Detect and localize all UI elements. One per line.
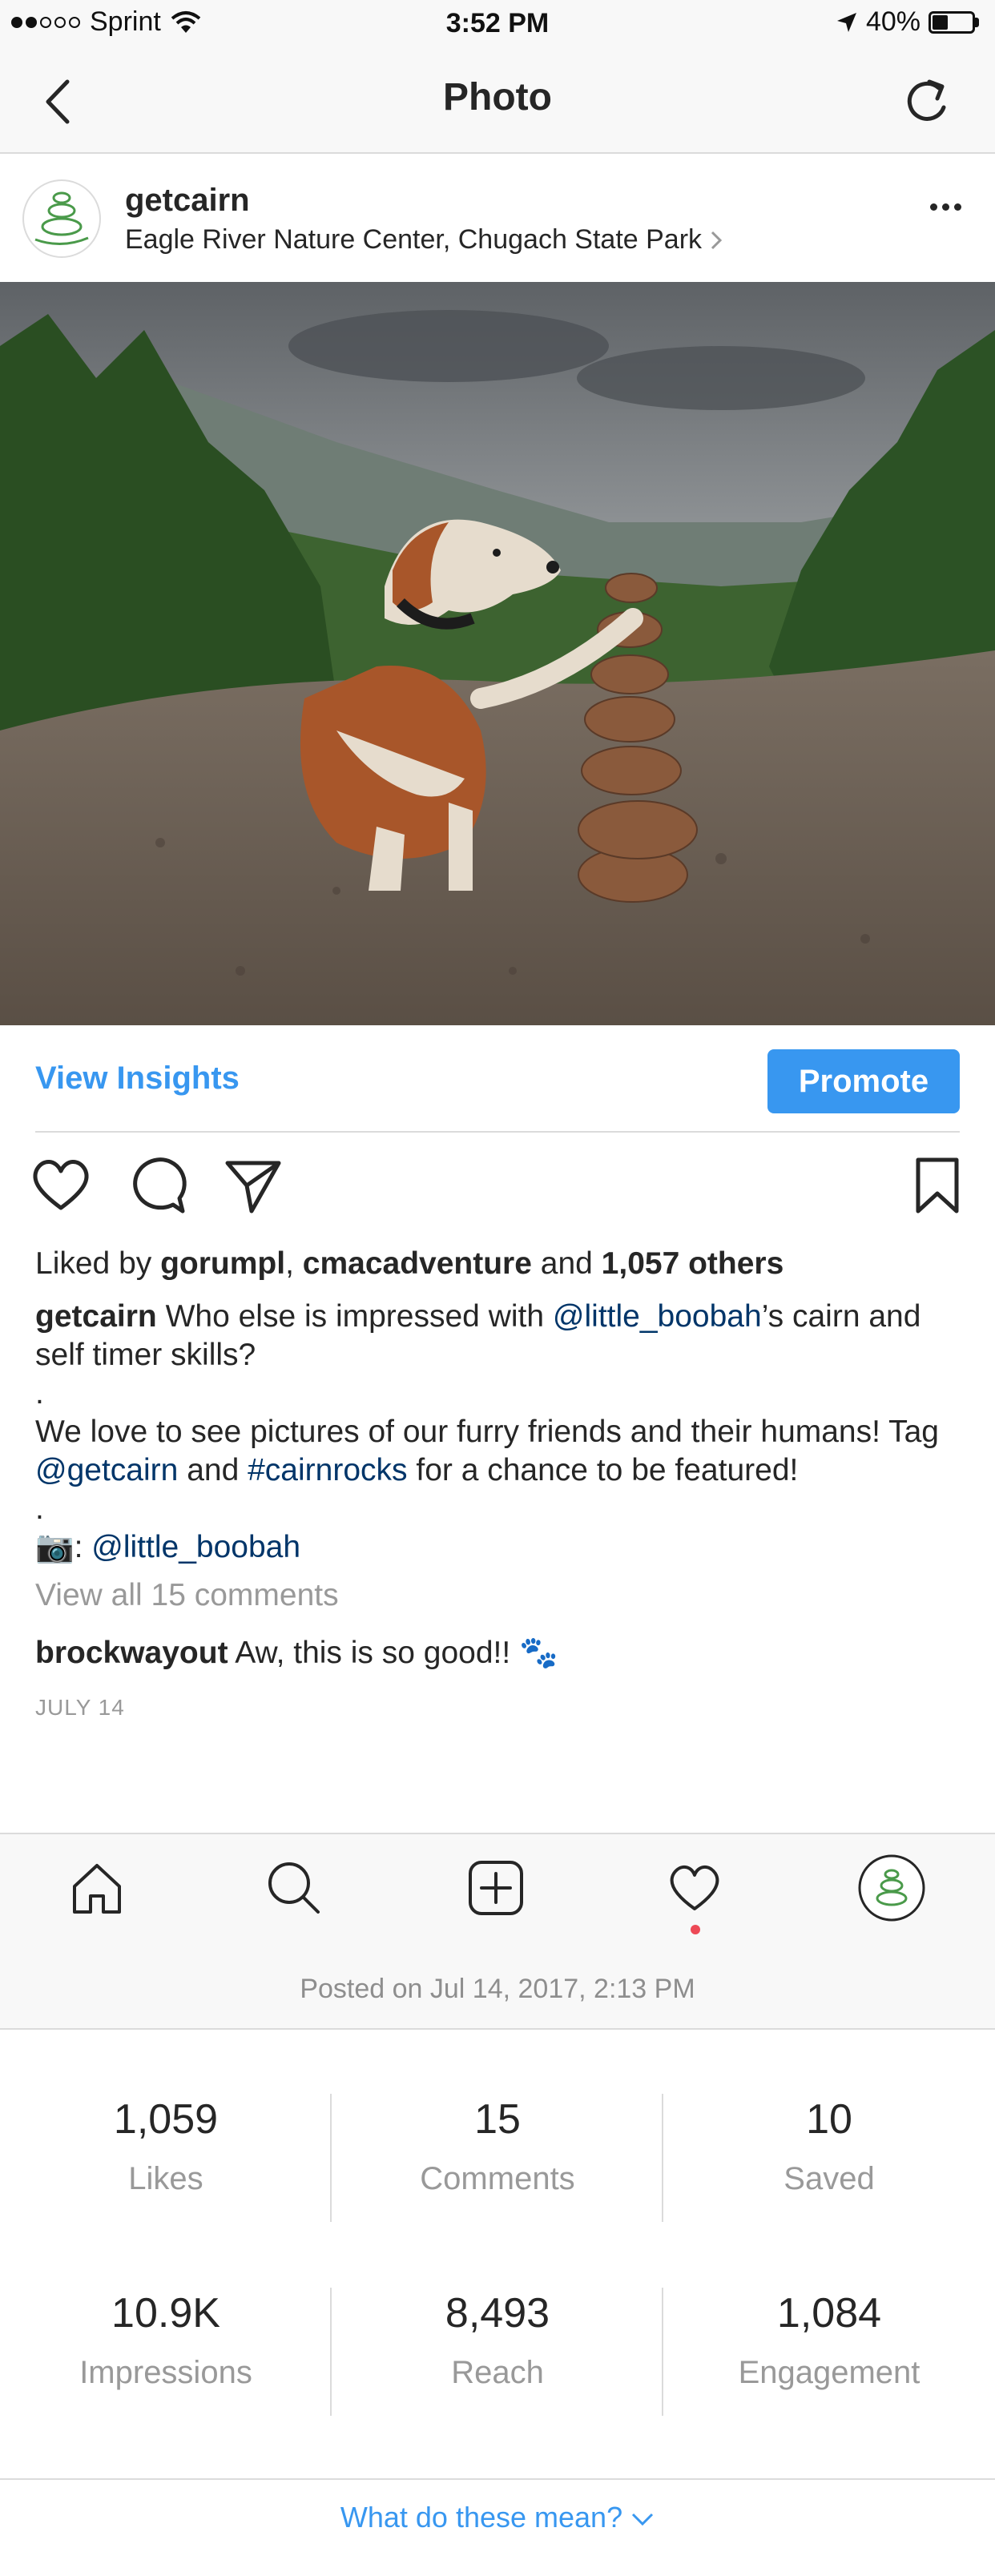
likes-others-link[interactable]: 1,057 others [602,1246,784,1281]
liker-link[interactable]: cmacadventure [303,1246,532,1281]
share-send-icon[interactable] [221,1153,285,1218]
mention-link[interactable]: @little_boobah [553,1299,762,1334]
search-icon[interactable] [258,1852,330,1924]
post-header: getcairn Eagle River Nature Center, Chug… [0,155,995,282]
liker-link[interactable]: gorumpl [160,1246,285,1281]
photo-credit: 📷: @little_boobah [35,1528,965,1567]
status-bar: Sprint 3:52 PM 40% [0,0,995,50]
notification-dot [691,1925,700,1934]
likes-connector: and [540,1246,593,1281]
stat-engagement: 1,084 Engagement [663,2289,995,2391]
mention-link[interactable]: @getcairn [35,1453,178,1487]
page-title: Photo [443,76,552,119]
caption-block: Liked by gorumpl, cmacadventure and 1,05… [35,1245,965,1727]
hashtag-link[interactable]: #cairnrocks [248,1453,407,1487]
post-date: JULY 14 [35,1695,125,1720]
stat-label: Reach [451,2355,544,2390]
activity-heart-icon[interactable] [659,1852,731,1924]
status-right: 40% [836,6,979,38]
caption-paragraph: We love to see pictures of our furry fri… [35,1413,965,1490]
stat-divider [662,2288,663,2416]
stat-label: Impressions [79,2355,252,2390]
view-all-comments-link[interactable]: View all 15 comments [35,1576,965,1615]
stat-label: Saved [784,2161,875,2196]
stat-reach: 8,493 Reach [332,2289,663,2391]
caption-text-1: Who else is impressed with [165,1299,545,1334]
credit-colon: : [74,1530,83,1564]
stat-label: Likes [128,2161,203,2196]
navigation-bar: Photo [0,50,995,154]
add-post-icon[interactable] [460,1852,532,1924]
caption-separator: . [35,1491,44,1526]
stat-label: Comments [420,2161,575,2196]
stat-impressions: 10.9K Impressions [0,2289,332,2391]
post-location[interactable]: Eagle River Nature Center, Chugach State… [125,224,723,256]
profile-avatar[interactable] [856,1852,928,1924]
comment-item: brockwayout Aw, this is so good!! 🐾 [35,1634,965,1672]
comment-username[interactable]: brockwayout [35,1636,228,1670]
location-arrow-icon [836,12,856,32]
stat-value: 15 [474,2096,521,2143]
stat-saved: 10 Saved [663,2095,995,2197]
stat-value: 10.9K [111,2290,220,2337]
caption-text: getcairn Who else is impressed with @lit… [35,1298,965,1375]
stat-value: 1,084 [776,2290,882,2337]
what-do-these-mean-link[interactable]: What do these mean? [0,2501,995,2534]
paw-prints-icon: 🐾 [519,1636,558,1670]
avatar[interactable] [22,179,101,258]
bottom-tab-bar [0,1833,995,1942]
likes-prefix: Liked by [35,1246,152,1281]
stat-likes: 1,059 Likes [0,2095,332,2197]
stat-label: Engagement [738,2355,920,2390]
refresh-icon[interactable] [902,74,955,130]
location-label: Eagle River Nature Center, Chugach State… [125,224,703,255]
chevron-down-icon [632,2513,654,2526]
chevron-right-icon [711,231,723,249]
stat-comments: 15 Comments [332,2095,663,2197]
promote-button[interactable]: Promote [767,1049,960,1113]
stat-divider [662,2094,663,2222]
stat-value: 10 [806,2096,852,2143]
caption-text-3: We love to see pictures of our furry fri… [35,1415,939,1449]
posted-on-area: Posted on Jul 14, 2017, 2:13 PM [0,1942,995,2030]
caption-text-4: for a chance to be featured! [416,1453,799,1487]
comment-icon[interactable] [125,1153,189,1218]
stat-value: 1,059 [113,2096,219,2143]
camera-icon: 📷 [35,1530,75,1564]
stat-divider [330,2094,332,2222]
more-options-icon[interactable] [930,203,961,211]
mention-link[interactable]: @little_boobah [91,1530,300,1564]
insights-bar: View Insights Promote [35,1025,960,1133]
like-heart-icon[interactable] [29,1153,93,1218]
stat-value: 8,493 [445,2290,550,2337]
comment-text: Aw, this is so good!! [235,1636,511,1670]
cairn-logo-icon [34,191,89,246]
dog-cairn-photo [0,282,995,1025]
caption-and: and [187,1453,240,1487]
what-mean-label: What do these mean? [340,2501,623,2534]
post-action-row [0,1153,995,1226]
insights-stats: 1,059 Likes 15 Comments 10 Saved 10.9K I… [0,2031,995,2480]
battery-icon [929,10,975,34]
stat-divider [330,2288,332,2416]
caption-author[interactable]: getcairn [35,1299,157,1334]
post-photo[interactable] [0,282,995,1025]
view-insights-link[interactable]: View Insights [35,1061,240,1097]
post-username[interactable]: getcairn [125,183,250,219]
likes-summary[interactable]: Liked by gorumpl, cmacadventure and 1,05… [35,1245,965,1283]
posted-on-timestamp: Posted on Jul 14, 2017, 2:13 PM [300,1974,695,2004]
battery-percent: 40% [865,6,920,37]
home-icon[interactable] [61,1852,133,1924]
caption-separator: . [35,1376,44,1411]
save-bookmark-icon[interactable] [905,1153,969,1218]
